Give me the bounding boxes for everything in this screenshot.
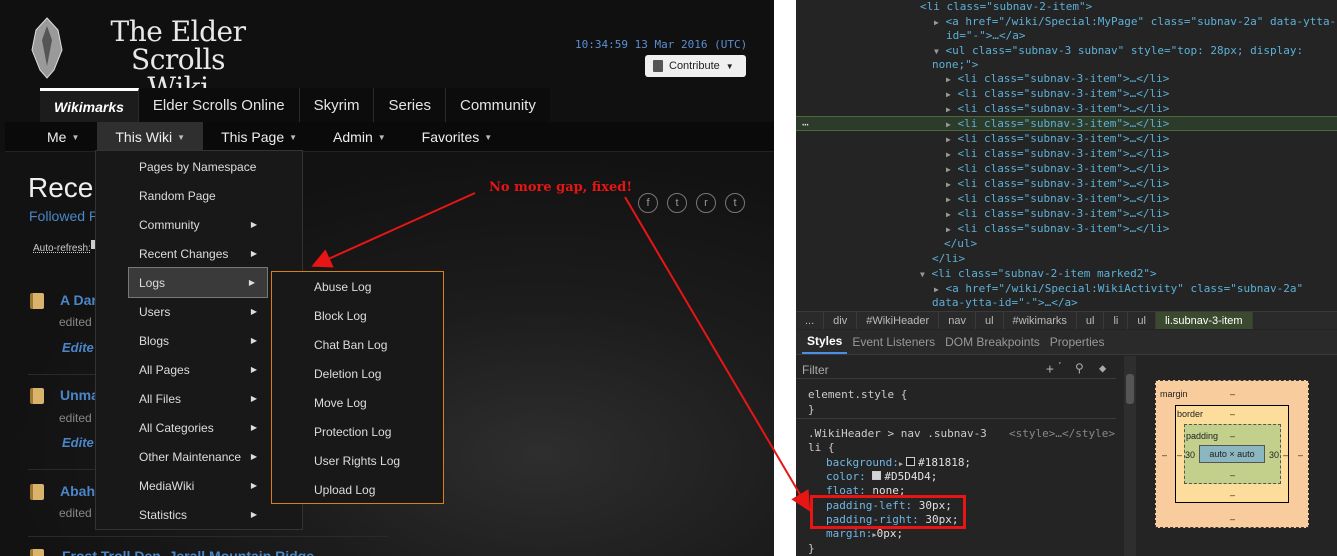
arrow-to-menu (311, 192, 476, 268)
arrow-to-css (624, 196, 811, 512)
annotation-arrows (311, 192, 811, 512)
